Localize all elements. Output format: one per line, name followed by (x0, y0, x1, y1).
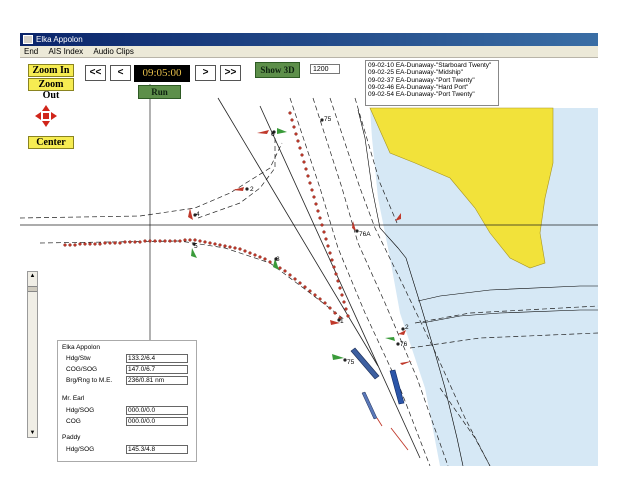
field-label: Hdg/SOG (66, 446, 95, 453)
channel-line (197, 138, 276, 219)
center-button[interactable]: Center (28, 136, 74, 149)
step-back-button[interactable]: < (110, 65, 131, 81)
buoy-label: 6 (271, 131, 275, 138)
cog-sog-value: 147.0/6.7 (126, 365, 188, 374)
field-label: COG (66, 418, 81, 425)
menu-end[interactable]: End (24, 47, 38, 56)
field-label: COG/SOG (66, 366, 98, 373)
hdg-sog-value: 000.0/0.0 (126, 406, 188, 415)
show-3d-button[interactable]: Show 3D (255, 62, 300, 78)
menu-bar: End AIS Index Audio Clips (20, 46, 598, 58)
vessel-elka-appolon (350, 347, 380, 380)
scroll-thumb[interactable] (28, 286, 37, 292)
time-display: 09:05:00 (134, 65, 190, 82)
fast-forward-button[interactable]: >> (220, 65, 241, 81)
log-entry: 09-02-25 EA-Dunaway-"Midship" (368, 69, 463, 77)
window-title: Elka Appolon (36, 35, 83, 44)
buoy-label: 2 (250, 186, 254, 193)
step-forward-button[interactable]: > (195, 65, 216, 81)
zoom-out-button[interactable]: Zoom Out (28, 78, 74, 101)
hdg-stw-value: 133.2/6.4 (126, 354, 188, 363)
app-icon (23, 35, 33, 44)
vessel-track (63, 111, 350, 320)
buoy-label: 75 (347, 359, 355, 366)
brg-rng-value: 236/0.81 nm (126, 376, 188, 385)
buoy-label: 4 (196, 211, 200, 218)
vessel-name: Mr. Earl (62, 395, 85, 402)
vessel-info-panel: Elka Appolon Hdg/Stw 133.2/6.4 COG/SOG 1… (57, 340, 197, 462)
rewind-button[interactable]: << (85, 65, 106, 81)
menu-audio-clips[interactable]: Audio Clips (93, 47, 133, 56)
log-entry: 09-02-54 EA-Dunaway-"Port Twenty" (368, 91, 475, 99)
field-label: Hdg/SOG (66, 407, 95, 414)
vertical-scrollbar[interactable]: ▲ ▼ (27, 271, 38, 438)
vessel-name: Paddy (62, 434, 81, 441)
buoy-label: 2 (405, 324, 409, 331)
title-bar: Elka Appolon (20, 33, 598, 46)
log-entry: 09-02-10 EA-Dunaway-"Starboard Twenty" (368, 62, 492, 69)
channel-line (20, 142, 283, 219)
buoy-label: 76A (359, 231, 371, 238)
hdg-sog-value: 145.3/4.8 (126, 445, 188, 454)
cog-value: 000.0/0.0 (126, 417, 188, 426)
pan-arrows-icon[interactable] (35, 105, 57, 127)
vessel-mr-earl (389, 369, 405, 405)
run-button[interactable]: Run (138, 85, 181, 99)
zoom-in-button[interactable]: Zoom In (28, 64, 74, 77)
buoy-label: 76 (400, 341, 408, 348)
log-entry: 09-02-37 EA-Dunaway-"Port Twenty" (368, 76, 475, 84)
buoy-label: 5 (194, 243, 198, 250)
event-log: 09-02-10 EA-Dunaway-"Starboard Twenty" 0… (365, 60, 499, 106)
buoy-label: 3 (276, 256, 280, 263)
log-entry: 09-02-46 EA-Dunaway-"Hard Port" (368, 83, 469, 91)
buoy-label: 1 (340, 318, 344, 325)
menu-ais-index[interactable]: AIS Index (48, 47, 83, 56)
range-line (217, 97, 379, 367)
scale-readout: 1200 (310, 64, 340, 74)
buoy-label: 75 (324, 116, 332, 123)
scroll-up-icon[interactable]: ▲ (28, 272, 37, 280)
vessel-name: Elka Appolon (62, 344, 100, 351)
field-label: Brg/Rng to M.E. (66, 377, 113, 384)
scroll-down-icon[interactable]: ▼ (28, 429, 37, 437)
field-label: Hdg/Stw (66, 355, 91, 362)
